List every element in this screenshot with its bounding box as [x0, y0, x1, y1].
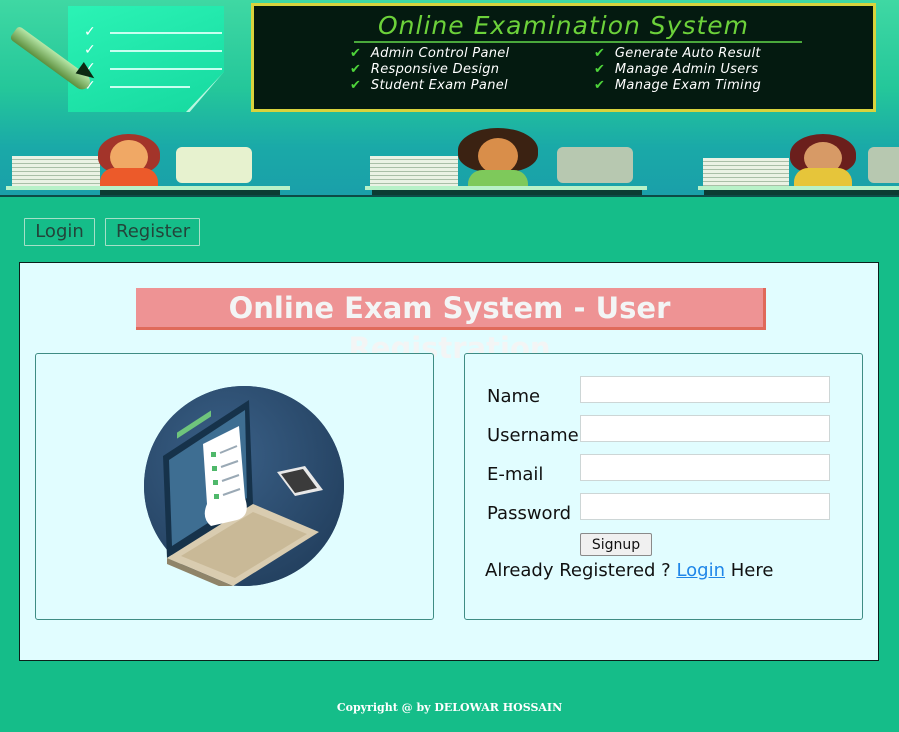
nav-login-button[interactable]: Login	[24, 218, 95, 246]
paper-stack-icon	[56, 156, 100, 188]
checklist-graphic: ✓ ✓ ✓ ✓	[68, 6, 224, 112]
feature-board: Online Examination System ✔ Admin Control…	[251, 3, 876, 112]
board-title: Online Examination System	[377, 11, 750, 40]
login-prompt: Already Registered ? Login Here	[485, 560, 774, 581]
examiner-figure	[790, 134, 856, 188]
username-label: Username	[487, 425, 579, 446]
paper-stack-icon	[414, 156, 458, 188]
check-icon: ✔	[350, 62, 361, 77]
password-label: Password	[487, 503, 572, 524]
check-icon: ✔	[350, 46, 361, 61]
feature-item: ✔ Student Exam Panel	[350, 78, 508, 93]
header-banner: ✓ ✓ ✓ ✓ Online Examination System ✔ Admin…	[0, 0, 899, 197]
feature-item: ✔ Manage Exam Timing	[594, 78, 762, 93]
monitor-icon	[557, 147, 633, 183]
laptop-exam-illustration	[144, 386, 344, 586]
check-icon: ✔	[594, 78, 605, 93]
feature-item: ✔ Admin Control Panel	[350, 46, 510, 61]
password-input[interactable]	[580, 493, 830, 520]
name-label: Name	[487, 386, 541, 407]
paper-stack-icon	[370, 156, 414, 188]
registration-panel: Online Exam System - User Registration N…	[19, 262, 879, 661]
name-input[interactable]	[580, 376, 830, 403]
monitor-icon	[176, 147, 252, 183]
monitor-icon	[868, 147, 899, 183]
check-icon: ✔	[594, 62, 605, 77]
feature-item: ✔ Manage Admin Users	[594, 62, 759, 77]
nav-register-button[interactable]: Register	[105, 218, 200, 246]
login-link[interactable]: Login	[676, 560, 725, 581]
signup-button[interactable]: Signup	[580, 533, 652, 556]
examiner-figure	[96, 132, 162, 190]
page-title: Online Exam System - User Registration	[136, 288, 766, 365]
username-input[interactable]	[580, 415, 830, 442]
examiner-figure	[458, 128, 538, 188]
registration-form: Name Username E-mail Password Signup Alr…	[464, 353, 863, 620]
email-input[interactable]	[580, 454, 830, 481]
paper-stack-icon	[745, 158, 789, 188]
check-icon: ✔	[594, 46, 605, 61]
check-icon: ✔	[350, 78, 361, 93]
paper-stack-icon	[12, 156, 56, 188]
illustration-card	[35, 353, 434, 620]
footer-copyright: Copyright @ by DELOWAR HOSSAIN	[336, 701, 563, 714]
paper-stack-icon	[703, 158, 747, 188]
feature-item: ✔ Generate Auto Result	[594, 46, 761, 61]
email-label: E-mail	[487, 464, 544, 485]
feature-item: ✔ Responsive Design	[350, 62, 500, 77]
